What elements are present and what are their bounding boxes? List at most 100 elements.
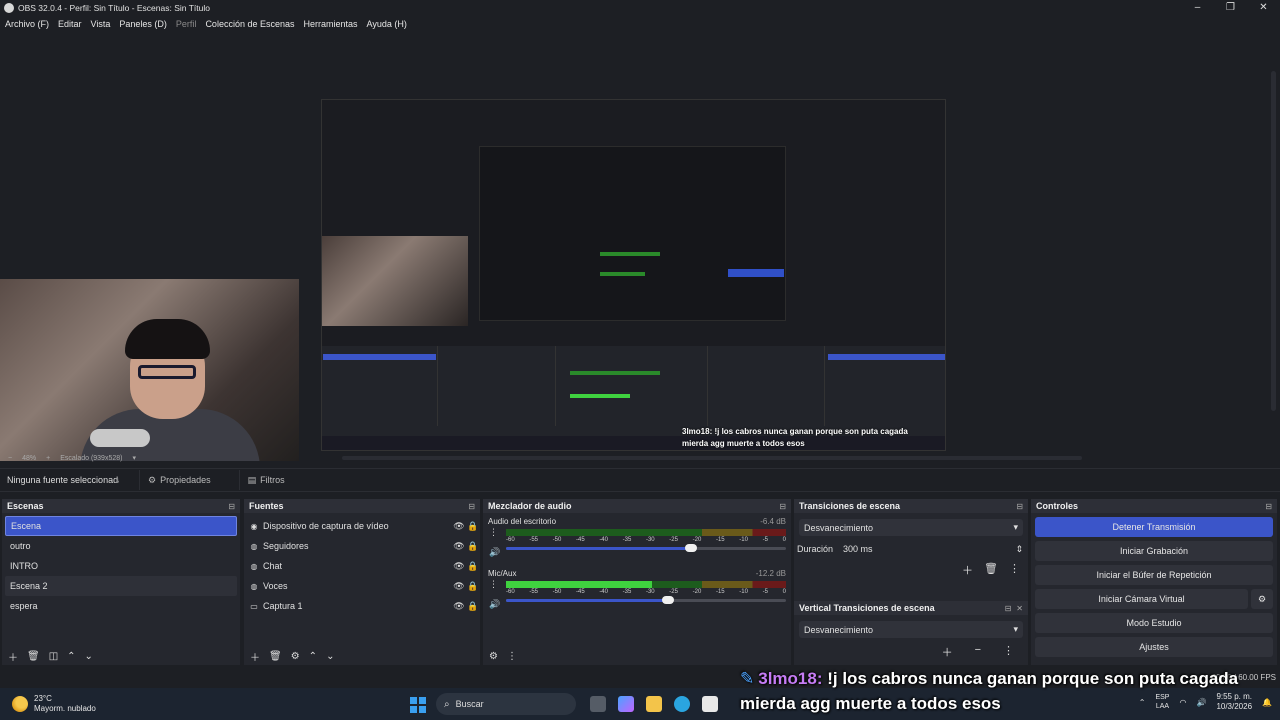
volume-slider[interactable] (506, 544, 786, 552)
menu-editar[interactable]: Editar (58, 19, 82, 29)
eye-icon[interactable]: 👁 (452, 601, 466, 612)
dock-menu-icon[interactable]: ⊟ (1265, 502, 1272, 511)
scene-item[interactable]: INTRO (5, 556, 237, 576)
remove-scene-button[interactable]: 🗑 (27, 651, 40, 662)
remove-transition-button[interactable]: − (975, 644, 981, 660)
source-item[interactable]: ▭ Captura 1 👁 🔒 (244, 596, 480, 616)
windows-start-icon[interactable] (410, 697, 426, 713)
notification-icon[interactable]: 🔔 (1262, 698, 1272, 707)
transition-menu-button[interactable]: ⋮ (1009, 562, 1020, 578)
start-recording-button[interactable]: Iniciar Grabación (1035, 541, 1273, 561)
window-controls: – ❐ ✕ (1181, 0, 1280, 15)
add-transition-button[interactable]: ＋ (962, 562, 973, 578)
preview-vertical-scrollbar[interactable] (1271, 71, 1276, 411)
move-up-button[interactable]: ⌃ (67, 651, 75, 662)
channel-name: Audio del escritorio (488, 517, 557, 526)
menu-ayuda[interactable]: Ayuda (H) (367, 19, 407, 29)
wand-icon: ✎ (740, 669, 755, 688)
folder-icon[interactable] (646, 696, 662, 712)
zoom-out-button[interactable]: − (8, 455, 12, 462)
filter-icon: ▤ (247, 474, 257, 485)
start-replay-buffer-button[interactable]: Iniciar el Búfer de Repetición (1035, 565, 1273, 585)
scene-item[interactable]: Escena (5, 516, 237, 536)
eye-icon[interactable]: 👁 (452, 541, 466, 552)
weather-widget[interactable]: 23°C Mayorm. nublado (12, 694, 96, 714)
preview-canvas[interactable]: 3lmo18: !j los cabros nunca ganan porque… (0, 33, 1280, 461)
eye-icon[interactable]: 👁 (452, 581, 466, 592)
lock-icon[interactable]: 🔒 (466, 541, 480, 552)
dock-close-icon[interactable]: ✕ (1016, 604, 1023, 613)
scenes-title: Escenas (7, 501, 44, 511)
dock-menu-icon[interactable]: ⊟ (779, 502, 786, 511)
menu-vista[interactable]: Vista (91, 19, 111, 29)
stop-stream-button[interactable]: Detener Transmisión (1035, 517, 1273, 537)
mixer-settings-button[interactable]: ⚙ (489, 651, 498, 662)
eye-icon[interactable]: 👁 (452, 521, 466, 532)
add-transition-button[interactable]: ＋ (942, 644, 953, 660)
menu-archivo[interactable]: Archivo (F) (5, 19, 49, 29)
camera-icon: ◉ (250, 521, 258, 531)
spinner-icon[interactable]: ⇕ (1015, 544, 1023, 555)
zoom-bar: − 48% + Escalado (939x528) ▾ (0, 451, 1280, 465)
move-up-button[interactable]: ⌃ (309, 651, 317, 662)
settings-button[interactable]: Ajustes (1035, 637, 1273, 657)
nested-menu (322, 108, 945, 116)
lock-icon[interactable]: 🔒 (466, 521, 480, 532)
add-source-button[interactable]: ＋ (250, 649, 260, 664)
scene-filters-button[interactable]: ◫ (49, 651, 58, 662)
menu-herramientas[interactable]: Herramientas (304, 19, 358, 29)
scene-item[interactable]: outro (5, 536, 237, 556)
scaling-dropdown-icon[interactable]: ▾ (132, 454, 136, 462)
maximize-button[interactable]: ❐ (1214, 0, 1247, 15)
taskbar-search[interactable]: ⌕ Buscar (436, 693, 576, 715)
source-item[interactable]: ◍ Voces 👁 🔒 (244, 576, 480, 596)
start-virtual-camera-button[interactable]: Iniciar Cámara Virtual (1035, 589, 1248, 609)
studio-mode-button[interactable]: Modo Estudio (1035, 613, 1273, 633)
lock-icon[interactable]: 🔒 (466, 601, 480, 612)
zoom-in-button[interactable]: + (46, 455, 50, 462)
filters-button[interactable]: ▤ Filtros (238, 470, 293, 490)
dock-menu-icon[interactable]: ⊟ (1016, 502, 1023, 511)
dock-float-icon[interactable]: ⊟ (1005, 604, 1012, 613)
volume-slider[interactable] (506, 596, 786, 604)
close-button[interactable]: ✕ (1247, 0, 1280, 15)
chat-username: 3lmo18: (758, 669, 823, 688)
scene-item[interactable]: espera (5, 596, 237, 616)
scene-item[interactable]: Escena 2 (5, 576, 237, 596)
store-icon[interactable] (702, 696, 718, 712)
mixer-menu-button[interactable]: ⋮ (507, 651, 517, 662)
speaker-icon[interactable]: 🔊 (489, 547, 500, 558)
edge-icon[interactable] (674, 696, 690, 712)
vcam-settings-button[interactable]: ⚙ (1251, 589, 1273, 609)
properties-button[interactable]: ⚙ Propiedades (139, 470, 219, 490)
source-item[interactable]: ◍ Chat 👁 🔒 (244, 556, 480, 576)
dock-menu-icon[interactable]: ⊟ (228, 502, 235, 511)
add-scene-button[interactable]: ＋ (8, 649, 18, 664)
remove-transition-button[interactable]: 🗑 (984, 562, 998, 578)
channel-menu-icon[interactable]: ⋮ (489, 527, 498, 538)
scenes-header: Escenas ⊟ (2, 499, 240, 513)
transition-menu-button[interactable]: ⋮ (1003, 644, 1014, 660)
lock-icon[interactable]: 🔒 (466, 581, 480, 592)
move-down-button[interactable]: ⌄ (326, 651, 334, 662)
menu-perfil[interactable]: Perfil (176, 19, 197, 29)
transitions-header: Transiciones de escena ⊟ (794, 499, 1028, 513)
menu-paneles[interactable]: Paneles (D) (119, 19, 167, 29)
move-down-button[interactable]: ⌄ (85, 651, 93, 662)
menu-coleccion[interactable]: Colección de Escenas (205, 19, 294, 29)
taskview-icon[interactable] (590, 696, 606, 712)
source-item[interactable]: ◉ Dispositivo de captura de vídeo 👁 🔒 (244, 516, 480, 536)
copilot-icon[interactable] (618, 696, 634, 712)
lock-icon[interactable]: 🔒 (466, 561, 480, 572)
channel-menu-icon[interactable]: ⋮ (489, 579, 498, 590)
dock-menu-icon[interactable]: ⊟ (468, 502, 475, 511)
remove-source-button[interactable]: 🗑 (269, 651, 282, 662)
transition-select[interactable]: Desvanecimiento ▾ (799, 519, 1023, 536)
speaker-icon[interactable]: 🔊 (489, 599, 500, 610)
duration-input[interactable]: 300 ms (843, 542, 1016, 556)
vtransition-select[interactable]: Desvanecimiento ▾ (799, 621, 1023, 638)
minimize-button[interactable]: – (1181, 0, 1214, 15)
source-item[interactable]: ◍ Seguidores 👁 🔒 (244, 536, 480, 556)
source-properties-button[interactable]: ⚙ (291, 651, 300, 662)
eye-icon[interactable]: 👁 (452, 561, 466, 572)
